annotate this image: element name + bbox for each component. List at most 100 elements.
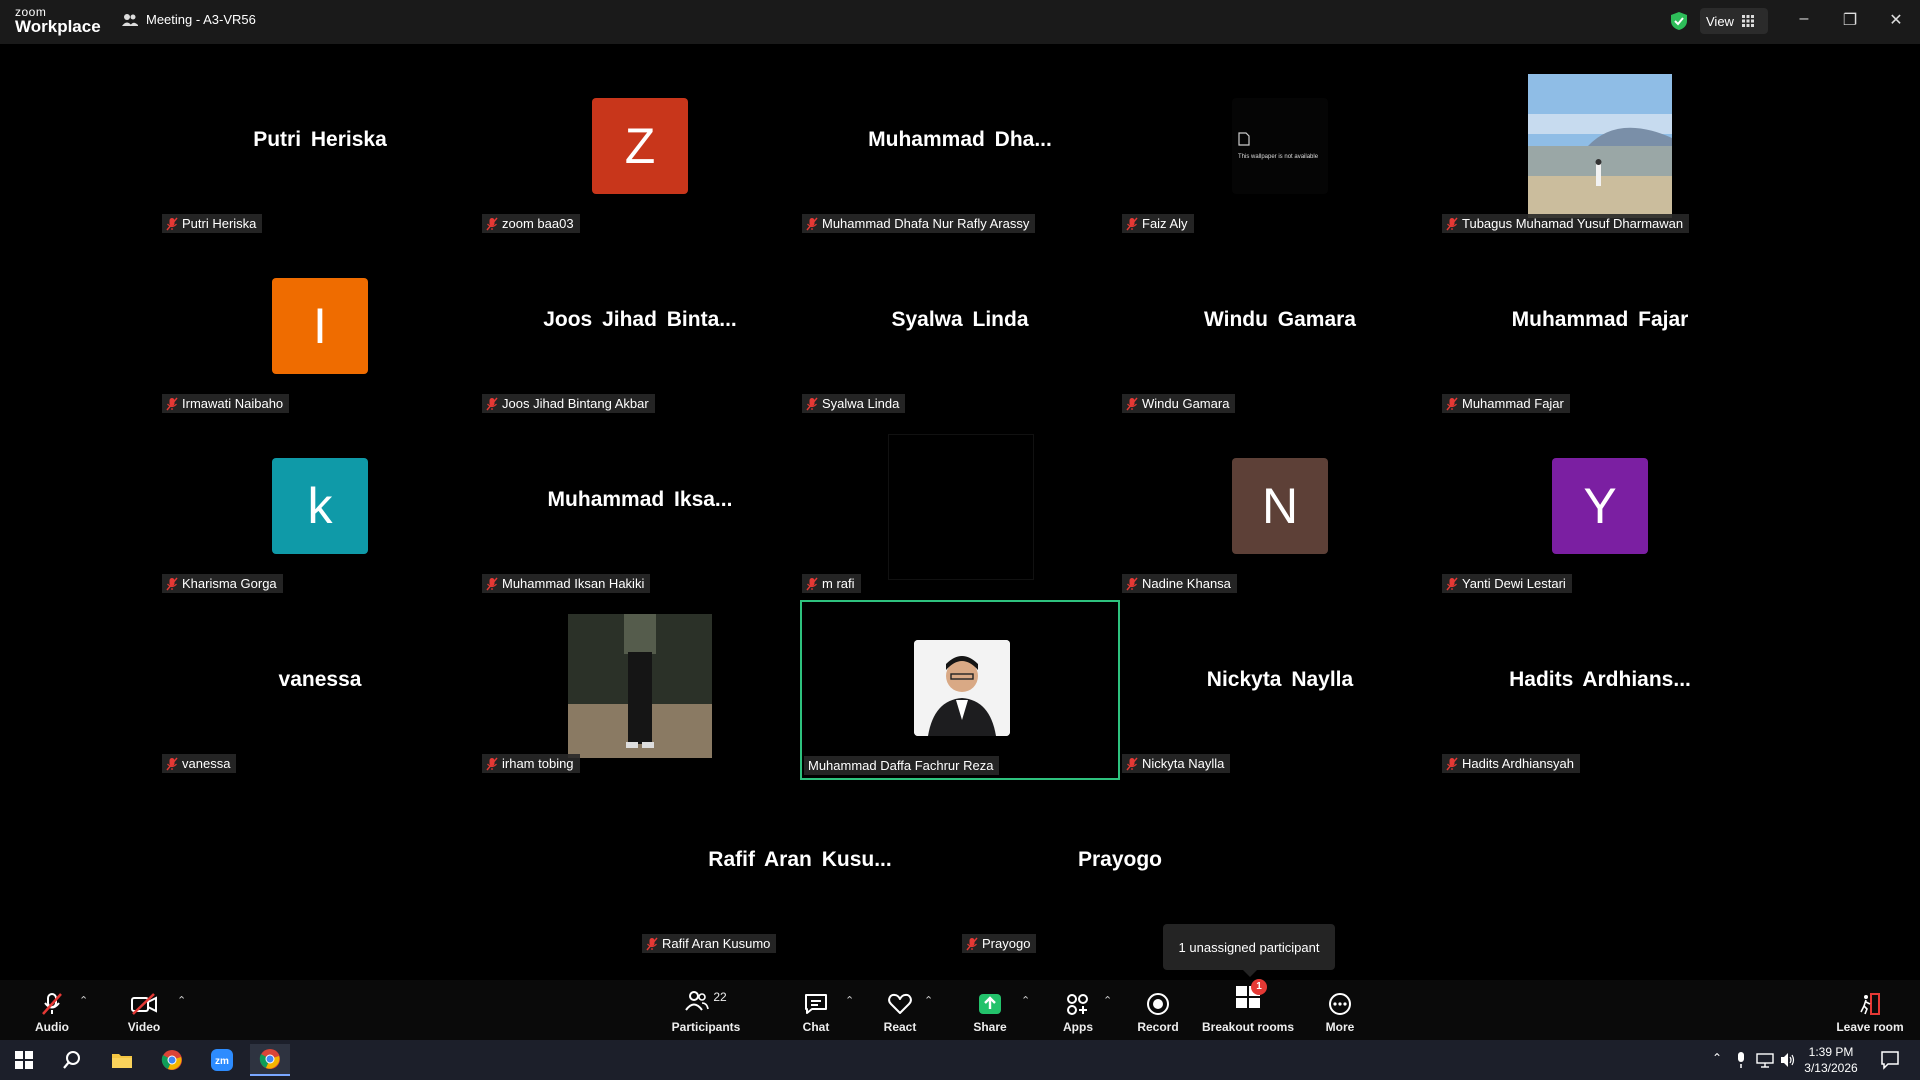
mic-muted-icon [1126,397,1138,410]
brand-bottom: Workplace [15,17,101,36]
participant-tile[interactable]: Rafif Aran Kusu... Rafif Aran Kusumo [640,780,960,960]
mic-muted-icon [166,577,178,590]
participant-video-thumbnail [1528,74,1672,218]
wallpaper-message: This wallpaper is not available [1238,154,1319,160]
minimize-icon[interactable]: – [1792,10,1816,28]
tray-chevron-icon[interactable]: ⌃ [1712,1051,1722,1065]
grid-icon [1741,15,1754,27]
video-options-caret-icon[interactable]: ⌃ [177,994,186,1007]
participant-display-name: Putri Heriska [253,128,387,151]
more-button[interactable]: More [1316,980,1364,1040]
participant-name-label: m rafi [802,574,861,593]
react-options-caret-icon[interactable]: ⌃ [924,994,933,1007]
participant-display-name: Syalwa Linda [891,308,1029,331]
chat-button[interactable]: Chat [792,980,840,1040]
chrome-icon[interactable] [152,1044,192,1076]
more-icon [1329,993,1351,1015]
file-explorer-icon[interactable] [102,1044,142,1076]
participant-display-name: Prayogo [1077,848,1163,871]
react-label: React [883,1020,917,1034]
apps-options-caret-icon[interactable]: ⌃ [1103,994,1112,1007]
participant-name-label: Hadits Ardhiansyah [1442,754,1581,773]
record-icon [1147,993,1169,1015]
mic-muted-icon [166,397,178,410]
participant-avatar: k [272,458,368,554]
clock-time: 1:39 PM [1808,1045,1854,1059]
participant-tile[interactable]: Muhammad Daffa Fachrur Reza [800,600,1120,780]
participant-name-label: Faiz Aly [1122,214,1194,233]
share-button[interactable]: Share [966,980,1014,1040]
breakout-rooms-button[interactable]: 1 Breakout rooms [1200,979,1296,1040]
participant-tile[interactable]: Y Yanti Dewi Lestari [1440,420,1760,600]
participant-name-label: zoom baa03 [482,214,580,233]
participant-name: Faiz Aly [1142,216,1188,231]
chat-options-caret-icon[interactable]: ⌃ [845,994,854,1007]
view-button[interactable]: View [1700,8,1768,34]
leave-label: Leave room [1836,1020,1904,1034]
participant-name: Muhammad Dhafa Nur Rafly Arassy [822,216,1030,231]
participant-tile[interactable]: Zzoom baa03 [480,60,800,240]
participant-tile[interactable]: Joos Jihad Binta... Joos Jihad Bintang Ak… [480,240,800,420]
notifications-icon[interactable] [1880,1050,1900,1070]
participant-name-label: Muhammad Dhafa Nur Rafly Arassy [802,214,1036,233]
audio-label: Audio [35,1020,69,1034]
participant-tile[interactable]: vanessa vanessa [160,600,480,780]
participant-tile[interactable]: Muhammad Fajar Muhammad Fajar [1440,240,1760,420]
mic-muted-icon [806,397,818,410]
close-icon[interactable]: ✕ [1884,10,1908,30]
chrome-active-icon[interactable] [250,1044,290,1076]
participant-tile[interactable]: Windu Gamara Windu Gamara [1120,240,1440,420]
participant-tile[interactable]: Tubagus Muhamad Yusuf Dharmawan [1440,60,1760,240]
record-label: Record [1137,1020,1179,1034]
participant-tile[interactable]: Muhammad Iksa... Muhammad Iksan Hakiki [480,420,800,600]
participant-name: zoom baa03 [502,216,574,231]
participant-name-label: Nadine Khansa [1122,574,1237,593]
search-icon[interactable] [52,1044,92,1076]
mic-muted-icon [486,217,498,230]
leave-room-button[interactable]: Leave room [1832,980,1908,1040]
participant-tile[interactable]: I Irmawati Naibaho [160,240,480,420]
participant-profile-photo [914,640,1010,736]
participant-display-name: Windu Gamara [1203,308,1356,331]
people-icon [122,13,138,26]
tray-mic-icon[interactable] [1736,1052,1746,1068]
windows-start-icon[interactable] [4,1044,44,1076]
mic-muted-icon [166,217,178,230]
mic-muted-icon [1126,217,1138,230]
participant-video-thumbnail [568,614,712,758]
apps-button[interactable]: Apps [1054,980,1102,1040]
participant-tile[interactable]: irham tobing [480,600,800,780]
participant-tile[interactable]: Putri Heriska Putri Heriska [160,60,480,240]
participant-name: Windu Gamara [1142,396,1230,411]
mic-muted-icon [806,577,818,590]
zoom-app-icon[interactable]: zm [202,1044,242,1076]
meeting-info[interactable]: Meeting - A3-VR56 [122,12,256,27]
volume-icon[interactable] [1780,1052,1796,1068]
record-button[interactable]: Record [1134,980,1182,1040]
participant-tile[interactable]: Nickyta Naylla Nickyta Naylla [1120,600,1440,780]
participant-tile[interactable]: k Kharisma Gorga [160,420,480,600]
security-shield-icon[interactable] [1670,11,1688,31]
react-button[interactable]: React [876,980,924,1040]
share-options-caret-icon[interactable]: ⌃ [1021,994,1030,1007]
participant-name-label: Joos Jihad Bintang Akbar [482,394,655,413]
participant-tile[interactable]: m rafi [800,420,1120,600]
participant-name: Nickyta Naylla [1142,756,1225,771]
system-clock[interactable]: 1:39 PM 3/13/2026 [1796,1044,1866,1076]
restore-icon[interactable]: ❐ [1838,10,1862,30]
participant-tile[interactable]: N Nadine Khansa [1120,420,1440,600]
network-icon[interactable] [1756,1052,1774,1068]
video-button[interactable]: Video [122,980,166,1040]
participant-display-name: Muhammad Iksa... [547,488,733,511]
participant-tile[interactable]: Syalwa Linda Syalwa Linda [800,240,1120,420]
participant-tile[interactable]: Hadits Ardhians... Hadits Ardhiansyah [1440,600,1760,780]
audio-button[interactable]: Audio [30,980,74,1040]
participant-tile[interactable]: Muhammad Dha... Muhammad Dhafa Nur Rafly … [800,60,1120,240]
audio-options-caret-icon[interactable]: ⌃ [79,994,88,1007]
participant-tile[interactable]: This wallpaper is not available Faiz Aly [1120,60,1440,240]
chat-label: Chat [802,1020,830,1034]
participants-button[interactable]: 22 Participants [668,980,744,1040]
chat-icon [805,994,827,1014]
participant-name: Syalwa Linda [822,396,900,411]
leave-door-icon [1860,993,1880,1015]
